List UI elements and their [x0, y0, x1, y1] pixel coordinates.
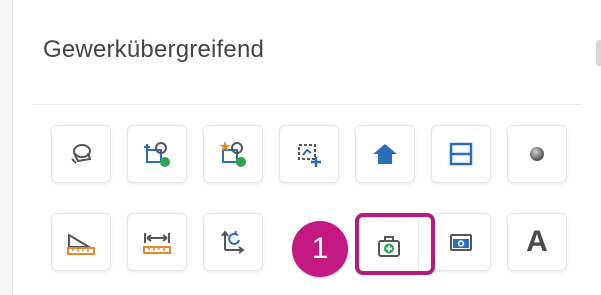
select-area-plus-tool-button[interactable] [279, 125, 339, 183]
add-object-star-icon [217, 138, 249, 170]
tool-panel: Gewerkübergreifend A 1 [12, 0, 601, 295]
text-icon: A [526, 225, 548, 258]
step-number-badge: 1 [292, 221, 348, 277]
length-measure-icon [141, 227, 173, 257]
split-horizontal-tool-button[interactable] [431, 125, 491, 183]
sphere-tool-button[interactable] [507, 125, 567, 183]
split-horizontal-icon [446, 139, 476, 169]
medical-kit-tool-button[interactable] [359, 217, 419, 275]
area-measure-tool-button[interactable] [51, 213, 111, 271]
add-object-star-tool-button[interactable] [203, 125, 263, 183]
add-object-tool-button[interactable] [127, 125, 187, 183]
rotate-arrows-icon [217, 226, 249, 258]
house-icon [370, 139, 400, 169]
text-tool-button[interactable]: A [507, 213, 567, 271]
section-title: Gewerkübergreifend [43, 36, 265, 63]
rotate-arrows-tool-button[interactable] [203, 213, 263, 271]
camera-icon [446, 227, 476, 257]
section-divider [33, 104, 582, 105]
panel-edge-handle [596, 40, 601, 66]
medical-kit-icon [374, 231, 404, 261]
length-measure-tool-button[interactable] [127, 213, 187, 271]
house-tool-button[interactable] [355, 125, 415, 183]
eraser-stamp-icon [66, 139, 96, 169]
eraser-stamp-tool-button[interactable] [51, 125, 111, 183]
camera-tool-button[interactable] [431, 213, 491, 271]
add-object-icon [141, 138, 173, 170]
sphere-icon [522, 139, 552, 169]
select-area-plus-icon [294, 139, 324, 169]
area-measure-icon [65, 227, 97, 257]
